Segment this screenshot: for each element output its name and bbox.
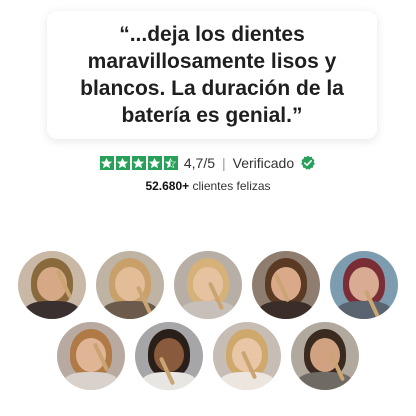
customer-count-label: clientes felizas xyxy=(189,179,271,193)
happy-customers: 52.680+ clientes felizas xyxy=(0,179,416,193)
testimonial-quote: “...deja los dientes maravillosamente li… xyxy=(80,23,344,127)
customer-photos-row-1 xyxy=(0,251,416,319)
customer-photo-2 xyxy=(96,251,164,319)
customer-photo-7 xyxy=(135,322,203,390)
star-icon xyxy=(131,156,146,170)
customer-photo-4 xyxy=(252,251,320,319)
star-icon xyxy=(147,156,162,170)
testimonial-card: “...deja los dientes maravillosamente li… xyxy=(47,11,377,139)
customer-photo-6 xyxy=(57,322,125,390)
rating-summary: 4,7/5 | Verificado xyxy=(0,151,416,175)
rating-separator: | xyxy=(222,155,226,171)
customer-photo-1 xyxy=(18,251,86,319)
star-icon xyxy=(115,156,130,170)
customer-photo-3 xyxy=(174,251,242,319)
verified-check-icon xyxy=(301,155,316,170)
rating-value: 4,7/5 xyxy=(183,155,215,171)
verified-label: Verificado xyxy=(232,155,295,171)
star-rating xyxy=(99,156,178,170)
star-icon xyxy=(99,156,114,170)
customer-photo-9 xyxy=(291,322,359,390)
star-icon xyxy=(163,156,178,170)
customer-photo-8 xyxy=(213,322,281,390)
customer-photo-5 xyxy=(330,251,398,319)
customer-count: 52.680+ xyxy=(145,179,190,193)
customer-photos-row-2 xyxy=(0,322,416,390)
